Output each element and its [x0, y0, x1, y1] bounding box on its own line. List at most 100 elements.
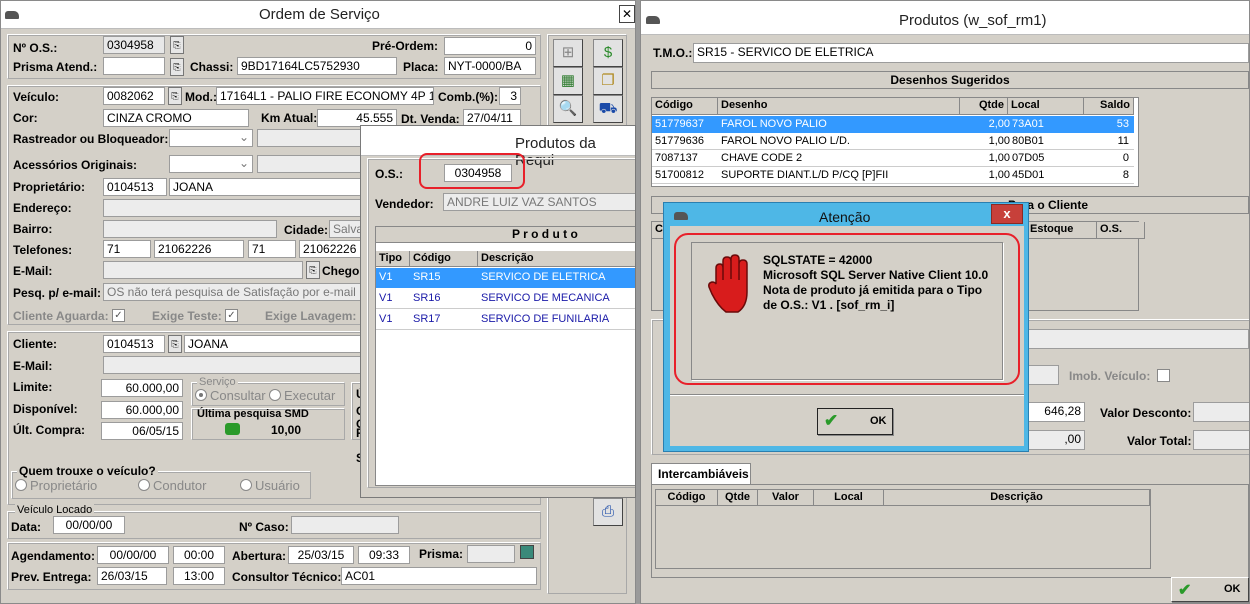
- condutor-radio[interactable]: [138, 479, 150, 491]
- req-table-title: P r o d u t o: [376, 227, 635, 243]
- bairro-field[interactable]: [103, 220, 277, 238]
- chassi-field[interactable]: 9BD17164LC5752930: [237, 57, 397, 75]
- req-cell-tipo: V1: [379, 292, 393, 304]
- preordem-field[interactable]: 0: [444, 37, 536, 55]
- des-col-saldo: Saldo: [1084, 98, 1134, 115]
- tmo-field[interactable]: SR15 - SERVICO DE ELETRICA: [693, 43, 1249, 63]
- spreadsheet-icon[interactable]: ▦: [553, 67, 583, 95]
- produtos-title-bar: Produtos (w_sof_rm1): [641, 1, 1249, 35]
- executar-label: Executar: [284, 388, 336, 403]
- req-row-3[interactable]: V1 SR17 SERVICO DE FUNILARIA: [376, 310, 635, 330]
- req-row-2[interactable]: V1 SR16 SERVICO DE MECANICA: [376, 289, 635, 309]
- cliente-lookup-button[interactable]: ⎘: [168, 335, 182, 353]
- agendamento-date-field[interactable]: 00/00/00: [97, 546, 169, 564]
- des-row-4[interactable]: 51700812 SUPORTE DIANT.L/D P/CQ [P]FII 1…: [652, 167, 1134, 184]
- consultor-select[interactable]: AC01: [341, 567, 537, 585]
- dialog-divider: [670, 394, 1024, 395]
- prisma-footer-field[interactable]: [467, 545, 515, 563]
- imob-checkbox[interactable]: [1157, 369, 1170, 382]
- comb-field[interactable]: 3: [499, 87, 521, 105]
- prisma-atend-label: Prisma Atend.:: [13, 60, 98, 74]
- vendedor-field[interactable]: ANDRE LUIZ VAZ SANTOS: [443, 193, 635, 211]
- proprietario-code-field[interactable]: 0104513: [103, 178, 167, 196]
- tel2-ddd-field[interactable]: 71: [248, 240, 296, 258]
- os-number-field[interactable]: 0304958: [103, 36, 165, 54]
- locado-data-label: Data:: [11, 520, 42, 534]
- req-cell-descricao: SERVICO DE FUNILARIA: [481, 313, 610, 325]
- proprietario-name-field[interactable]: JOANA: [169, 178, 367, 196]
- usuario-radio-label: Usuário: [255, 478, 300, 493]
- cliente-name-field[interactable]: JOANA: [184, 335, 367, 353]
- os-close-button[interactable]: ✕: [619, 5, 635, 23]
- mod-label: Mod.:: [185, 90, 217, 104]
- valor-desconto-field[interactable]: [1193, 402, 1249, 422]
- rastreador-select[interactable]: ⌄: [169, 129, 253, 147]
- des-cell-local: 45D01: [1012, 169, 1045, 181]
- proprietario-label: Proprietário:: [13, 180, 86, 194]
- dialog-close-button[interactable]: x: [991, 204, 1023, 224]
- cliente-aguarda-checkbox[interactable]: ✓: [112, 309, 125, 322]
- des-cell-codigo: 7087137: [655, 152, 698, 164]
- tel1-ddd-field[interactable]: 71: [103, 240, 151, 258]
- executar-radio[interactable]: [269, 389, 281, 401]
- os-lookup-button[interactable]: ⎘: [170, 36, 184, 54]
- des-row-3[interactable]: 7087137 CHAVE CODE 2 1,00 07D05 0: [652, 150, 1134, 167]
- tel1-field[interactable]: 21062226: [154, 240, 244, 258]
- prev-entrega-time-field[interactable]: 13:00: [173, 567, 225, 585]
- grid-icon[interactable]: ⊞: [553, 39, 583, 67]
- dialog-ok-button[interactable]: ✔ OK: [817, 408, 893, 435]
- cor-field[interactable]: CINZA CROMO: [103, 109, 249, 127]
- os-window-title: Ordem de Serviço: [259, 6, 380, 23]
- tel2-field[interactable]: 21062226: [299, 240, 367, 258]
- veiculo-lookup-button[interactable]: ⎘: [168, 87, 182, 105]
- prisma-color-icon[interactable]: [520, 545, 534, 559]
- requisicao-title-bar: Produtos da Requi: [361, 126, 635, 169]
- tab-intercambiaveis[interactable]: Intercambiáveis: [651, 463, 751, 485]
- magnifier-document-icon[interactable]: 🔍: [553, 95, 583, 123]
- telefones-label: Telefones:: [13, 243, 73, 257]
- dialog-message-line-1: SQLSTATE = 42000: [763, 253, 873, 267]
- modelo-field[interactable]: 17164L1 - PALIO FIRE ECONOMY 4P 1: [216, 87, 434, 105]
- endereco-field[interactable]: [103, 199, 367, 217]
- des-cell-codigo: 51700812: [655, 169, 704, 181]
- des-row-1[interactable]: 51779637 FAROL NOVO PALIO 2,00 73A01 53: [652, 116, 1134, 133]
- des-row-2[interactable]: 51779636 FAROL NOVO PALIO L/D. 1,00 80B0…: [652, 133, 1134, 150]
- acessorios-select[interactable]: ⌄: [169, 155, 253, 173]
- scanner-icon[interactable]: ⎙: [593, 498, 623, 526]
- req-cell-tipo: V1: [379, 271, 393, 283]
- pesq-email-label: Pesq. p/ e-mail:: [13, 286, 102, 300]
- car-icon[interactable]: ⛟: [593, 95, 623, 123]
- req-row-1[interactable]: V1 SR15 SERVICO DE ELETRICA: [376, 268, 635, 288]
- red-annotation-os: [419, 153, 525, 189]
- imob-label: Imob. Veículo:: [1069, 369, 1151, 383]
- prev-entrega-date-field[interactable]: 26/03/15: [97, 567, 167, 585]
- proprietario-radio[interactable]: [15, 479, 27, 491]
- usuario-radio[interactable]: [240, 479, 252, 491]
- email-lookup-button[interactable]: ⎘: [306, 261, 320, 279]
- cliente-email-field[interactable]: [103, 356, 367, 374]
- pesq-email-field[interactable]: OS não terá pesquisa de Satisfação por e…: [103, 283, 367, 301]
- locado-data-field[interactable]: 00/00/00: [53, 516, 125, 534]
- req-col-codigo: Código: [410, 251, 478, 267]
- valor-total-field[interactable]: [1193, 430, 1249, 450]
- disponivel-field[interactable]: 60.000,00: [101, 401, 183, 419]
- sec-col-estoque: Estoque: [1027, 222, 1097, 239]
- consultar-radio[interactable]: [195, 389, 207, 401]
- caso-field[interactable]: [291, 516, 399, 534]
- prisma-lookup-button[interactable]: ⎘: [170, 58, 184, 76]
- money-icon[interactable]: $: [593, 39, 623, 67]
- exige-teste-checkbox[interactable]: ✓: [225, 309, 238, 322]
- agendamento-time-field[interactable]: 00:00: [173, 546, 225, 564]
- produtos-ok-button[interactable]: ✔ OK: [1171, 577, 1249, 602]
- abertura-date-field[interactable]: 25/03/15: [288, 546, 354, 564]
- documents-icon[interactable]: ❐: [593, 67, 623, 95]
- veiculo-code-field[interactable]: 0082062: [103, 87, 165, 105]
- cliente-code-field[interactable]: 0104513: [103, 335, 165, 353]
- des-col-desenho: Desenho: [718, 98, 960, 115]
- prisma-atend-field[interactable]: [103, 57, 165, 75]
- ult-compra-field[interactable]: 06/05/15: [101, 422, 183, 440]
- abertura-time-field[interactable]: 09:33: [358, 546, 410, 564]
- limite-field[interactable]: 60.000,00: [101, 379, 183, 397]
- email-field[interactable]: [103, 261, 303, 279]
- placa-field[interactable]: NYT-0000/BA: [444, 57, 536, 75]
